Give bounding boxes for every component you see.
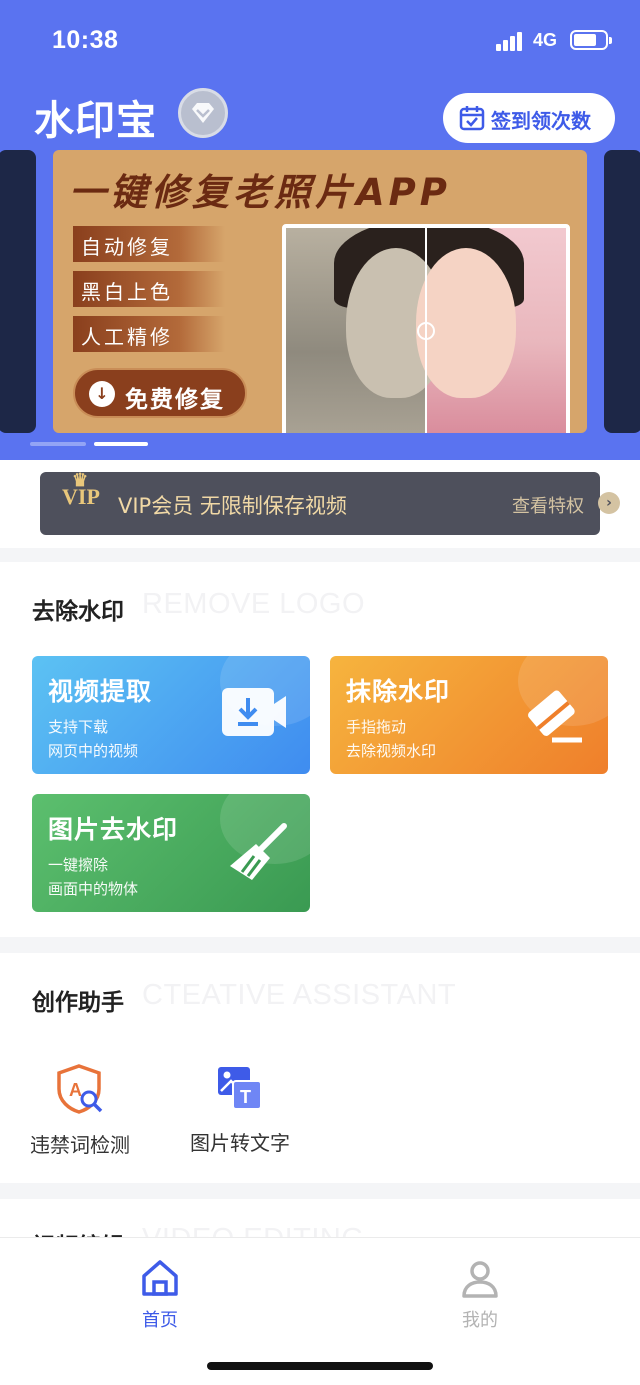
carousel-dot-active[interactable] — [94, 442, 148, 446]
status-time: 10:38 — [52, 26, 119, 54]
tab-label: 首页 — [142, 1310, 178, 1331]
video-extract-tile[interactable]: 视频提取 支持下载 网页中的视频 — [32, 656, 310, 774]
signal-icon — [496, 31, 526, 51]
tab-label: 我的 — [462, 1310, 498, 1331]
section-subtitle: CTEATIVE ASSISTANT — [142, 979, 457, 1011]
status-bar: 10:38 4G — [0, 0, 640, 80]
tile-desc: 去除视频水印 — [346, 742, 437, 760]
shield-search-icon: A — [57, 1064, 103, 1114]
network-label: 4G — [533, 30, 558, 50]
remove-watermark-section: 去除水印 REMOVE LOGO 视频提取 支持下载 网页中的视频 抹除水印 手… — [0, 562, 640, 937]
hero-header: 10:38 4G 水印宝 签到领次数 一键修复老照片APP 自动修复 黑白上色 … — [0, 0, 640, 460]
tab-home[interactable]: 首页 — [120, 1258, 200, 1332]
home-icon — [142, 1260, 178, 1296]
banner-prev-card[interactable] — [0, 150, 36, 433]
user-icon — [462, 1261, 498, 1298]
image-remove-watermark-tile[interactable]: 图片去水印 一键擦除 画面中的物体 — [32, 794, 310, 912]
app-title: 水印宝 — [34, 98, 157, 144]
tile-desc: 画面中的物体 — [48, 880, 139, 898]
tab-mine[interactable]: 我的 — [440, 1258, 520, 1332]
tile-title: 图片去水印 — [48, 815, 179, 844]
banner-tag: 人工精修 — [73, 316, 225, 352]
home-indicator — [207, 1362, 433, 1370]
forbidden-word-check[interactable]: A 违禁词检测 — [0, 1063, 160, 1158]
vip-bar[interactable]: VIP VIP会员 无限制保存视频 查看特权 › — [40, 470, 620, 535]
section-title: 创作助手 — [32, 990, 124, 1016]
image-to-text-icon: T — [218, 1067, 262, 1110]
diamond-member-icon[interactable] — [178, 88, 228, 138]
svg-text:A: A — [69, 1080, 82, 1100]
image-to-text-tool[interactable]: T 图片转文字 — [160, 1063, 320, 1156]
tile-desc: 一键擦除 — [48, 856, 109, 874]
calendar-check-icon — [459, 106, 485, 131]
tile-title: 抹除水印 — [346, 677, 451, 706]
tile-desc: 手指拖动 — [346, 718, 407, 736]
eraser-icon — [528, 690, 582, 743]
carousel-dot[interactable] — [30, 442, 86, 446]
tile-desc: 网页中的视频 — [48, 742, 139, 760]
vip-text: VIP会员 无限制保存视频 — [118, 494, 347, 518]
banner-tag: 自动修复 — [73, 226, 225, 262]
compare-slider-handle[interactable] — [417, 322, 435, 340]
banner-tag: 黑白上色 — [73, 271, 225, 307]
broom-icon — [230, 823, 287, 880]
chevron-right-icon: › — [598, 492, 620, 514]
tile-title: 视频提取 — [48, 677, 153, 706]
banner-next-card[interactable] — [604, 150, 640, 433]
erase-watermark-tile[interactable]: 抹除水印 手指拖动 去除视频水印 — [330, 656, 608, 774]
vip-crown-badge: VIP — [62, 470, 100, 510]
tool-label: 图片转文字 — [190, 1131, 290, 1155]
before-after-photo — [282, 224, 570, 433]
download-arrow-icon: ↓ — [89, 381, 115, 407]
battery-icon — [570, 30, 612, 50]
banner-headline: 一键修复老照片APP — [69, 171, 451, 214]
free-repair-button[interactable]: ↓ 免费修复 — [73, 368, 247, 418]
section-title: 去除水印 — [32, 599, 124, 625]
video-download-icon — [222, 688, 286, 736]
promo-banner[interactable]: 一键修复老照片APP 自动修复 黑白上色 人工精修 ↓ 免费修复 — [53, 150, 587, 433]
vip-more-label[interactable]: 查看特权 — [512, 492, 584, 518]
tile-desc: 支持下载 — [48, 718, 109, 736]
checkin-button[interactable]: 签到领次数 — [443, 93, 615, 143]
section-subtitle: REMOVE LOGO — [142, 588, 366, 620]
svg-text:T: T — [240, 1087, 251, 1107]
creative-assistant-section: 创作助手 CTEATIVE ASSISTANT A 违禁词检测 T 图片转文字 — [0, 953, 640, 1183]
vip-section: VIP VIP会员 无限制保存视频 查看特权 › — [0, 460, 640, 548]
checkin-label: 签到领次数 — [491, 109, 591, 133]
free-repair-label: 免费修复 — [125, 387, 225, 413]
tool-label: 违禁词检测 — [30, 1133, 130, 1157]
